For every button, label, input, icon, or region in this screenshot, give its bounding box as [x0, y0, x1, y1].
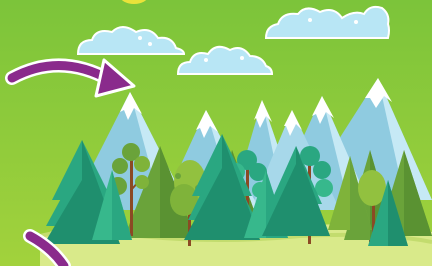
landscape-illustration — [0, 0, 432, 266]
